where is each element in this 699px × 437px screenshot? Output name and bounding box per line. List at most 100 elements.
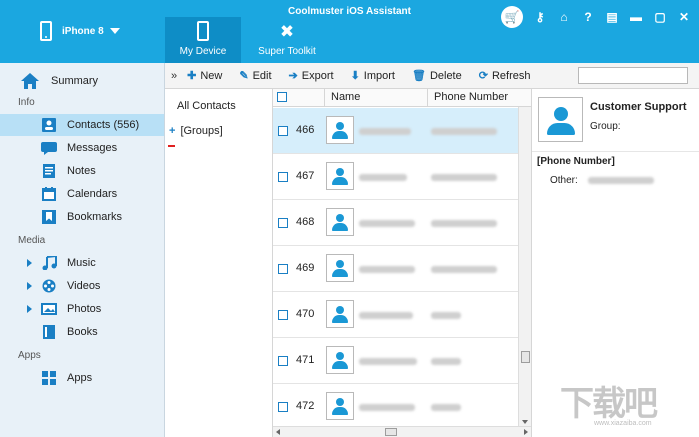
refresh-icon: ⟳ (478, 70, 488, 82)
sidebar-item-label: Music (67, 257, 96, 269)
name-redacted (359, 312, 413, 319)
sidebar-item-music[interactable]: Music (0, 252, 164, 274)
vertical-scrollbar[interactable] (518, 107, 531, 426)
window-controls: 🛒 ⚷ ⌂ ? ▤ ▬ ▢ ✕ (501, 6, 691, 28)
row-number: 467 (296, 170, 315, 182)
export-label: Export (301, 69, 334, 82)
phone-other-redacted (588, 177, 654, 184)
music-icon (41, 254, 57, 271)
name-redacted (359, 404, 415, 411)
row-number: 466 (296, 124, 315, 136)
help-icon[interactable]: ? (581, 10, 595, 24)
table-row[interactable]: 472 (273, 384, 531, 426)
top-bar: Coolmuster iOS Assistant iPhone 8 My Dev… (0, 0, 699, 63)
scroll-thumb[interactable] (385, 428, 397, 436)
table-row[interactable]: 470 (273, 292, 531, 338)
sidebar-item-label: Photos (67, 303, 102, 315)
avatar-icon (326, 254, 354, 282)
row-checkbox[interactable] (278, 356, 288, 366)
sidebar-item-contacts[interactable]: Contacts (556) (0, 114, 164, 136)
phone-redacted (431, 312, 461, 319)
sidebar-item-apps[interactable]: Apps (0, 367, 164, 389)
sidebar-item-notes[interactable]: Notes (0, 160, 164, 182)
new-button[interactable]: ✚ New (187, 69, 223, 83)
group-all-contacts[interactable]: All Contacts (177, 100, 236, 112)
plus-icon[interactable]: + (169, 125, 175, 137)
table-header: Name Phone Number (273, 89, 531, 107)
scroll-thumb[interactable] (521, 351, 530, 363)
table-row[interactable]: 467 (273, 154, 531, 200)
table-row[interactable]: 469 (273, 246, 531, 292)
toolbar: » ✚ New ✎ Edit ➔ Export ⬇ Import 🗑 Delete ⟳ Re… (165, 63, 699, 89)
import-label: Import (363, 69, 395, 82)
export-icon: ➔ (288, 70, 298, 82)
tab-my-device[interactable]: My Device (165, 17, 241, 63)
expand-arrow-icon[interactable] (27, 305, 32, 313)
groups-panel: All Contacts + [Groups] (165, 89, 273, 437)
chevron-down-icon[interactable] (109, 28, 120, 34)
sidebar-item-label: Videos (67, 280, 101, 292)
avatar-icon (326, 300, 354, 328)
row-number: 469 (296, 262, 315, 274)
select-all-checkbox[interactable] (277, 92, 287, 102)
horizontal-scrollbar[interactable] (273, 426, 531, 437)
avatar-icon (326, 162, 354, 190)
scroll-right-arrow-icon[interactable] (524, 429, 528, 435)
column-header-phone[interactable]: Phone Number (428, 89, 531, 106)
sidebar-item-videos[interactable]: Videos (0, 275, 164, 297)
sidebar-item-calendars[interactable]: Calendars (0, 183, 164, 205)
search-input[interactable] (578, 67, 688, 84)
minus-icon[interactable] (168, 145, 175, 147)
refresh-button[interactable]: ⟳ Refresh (478, 69, 531, 83)
sidebar-item-photos[interactable]: Photos (0, 298, 164, 320)
delete-button[interactable]: 🗑 Delete (412, 69, 462, 83)
row-number: 471 (296, 354, 315, 366)
avatar-icon (326, 208, 354, 236)
row-number: 472 (296, 400, 315, 412)
more-icon[interactable]: » (171, 70, 177, 82)
edit-button[interactable]: ✎ Edit (239, 69, 271, 83)
row-checkbox[interactable] (278, 402, 288, 412)
row-number: 470 (296, 308, 315, 320)
home-icon[interactable]: ⌂ (557, 10, 571, 24)
header-checkbox-cell (273, 89, 325, 106)
cart-icon[interactable]: 🛒 (501, 6, 523, 28)
scroll-left-arrow-icon[interactable] (276, 429, 280, 435)
phone-redacted (431, 404, 461, 411)
key-icon[interactable]: ⚷ (533, 10, 547, 24)
videos-icon (41, 279, 57, 293)
sidebar-item-messages[interactable]: Messages (0, 137, 164, 159)
export-button[interactable]: ➔ Export (288, 69, 334, 83)
row-checkbox[interactable] (278, 310, 288, 320)
row-checkbox[interactable] (278, 264, 288, 274)
table-row[interactable]: 471 (273, 338, 531, 384)
sidebar-item-bookmarks[interactable]: Bookmarks (0, 206, 164, 228)
expand-arrow-icon[interactable] (27, 259, 32, 267)
sidebar-item-summary[interactable]: Summary (0, 67, 164, 95)
minimize-icon[interactable]: ▬ (629, 10, 643, 24)
feedback-icon[interactable]: ▤ (605, 10, 619, 24)
table-row[interactable]: 468 (273, 200, 531, 246)
scroll-down-arrow-icon[interactable] (522, 420, 528, 424)
import-button[interactable]: ⬇ Import (351, 69, 395, 83)
new-label: New (200, 69, 223, 82)
edit-icon: ✎ (239, 70, 249, 82)
group-groups[interactable]: + [Groups] (169, 125, 223, 137)
row-checkbox[interactable] (278, 172, 288, 182)
maximize-icon[interactable]: ▢ (653, 10, 667, 24)
close-icon[interactable]: ✕ (677, 10, 691, 24)
avatar-icon (326, 116, 354, 144)
row-checkbox[interactable] (278, 218, 288, 228)
row-checkbox[interactable] (278, 126, 288, 136)
expand-arrow-icon[interactable] (27, 282, 32, 290)
tab-label: My Device (179, 46, 227, 57)
home-icon (20, 72, 40, 90)
device-selector[interactable]: iPhone 8 (40, 16, 120, 46)
sidebar-item-label: Messages (67, 142, 118, 154)
sidebar-item-books[interactable]: Books (0, 321, 164, 343)
tab-super-toolkit[interactable]: ✖ Super Toolkit (249, 17, 325, 63)
column-header-name[interactable]: Name (325, 89, 428, 106)
table-row[interactable]: 466 (273, 108, 531, 154)
sidebar-item-label: Summary (51, 75, 99, 87)
sidebar-item-label: Bookmarks (67, 211, 123, 223)
